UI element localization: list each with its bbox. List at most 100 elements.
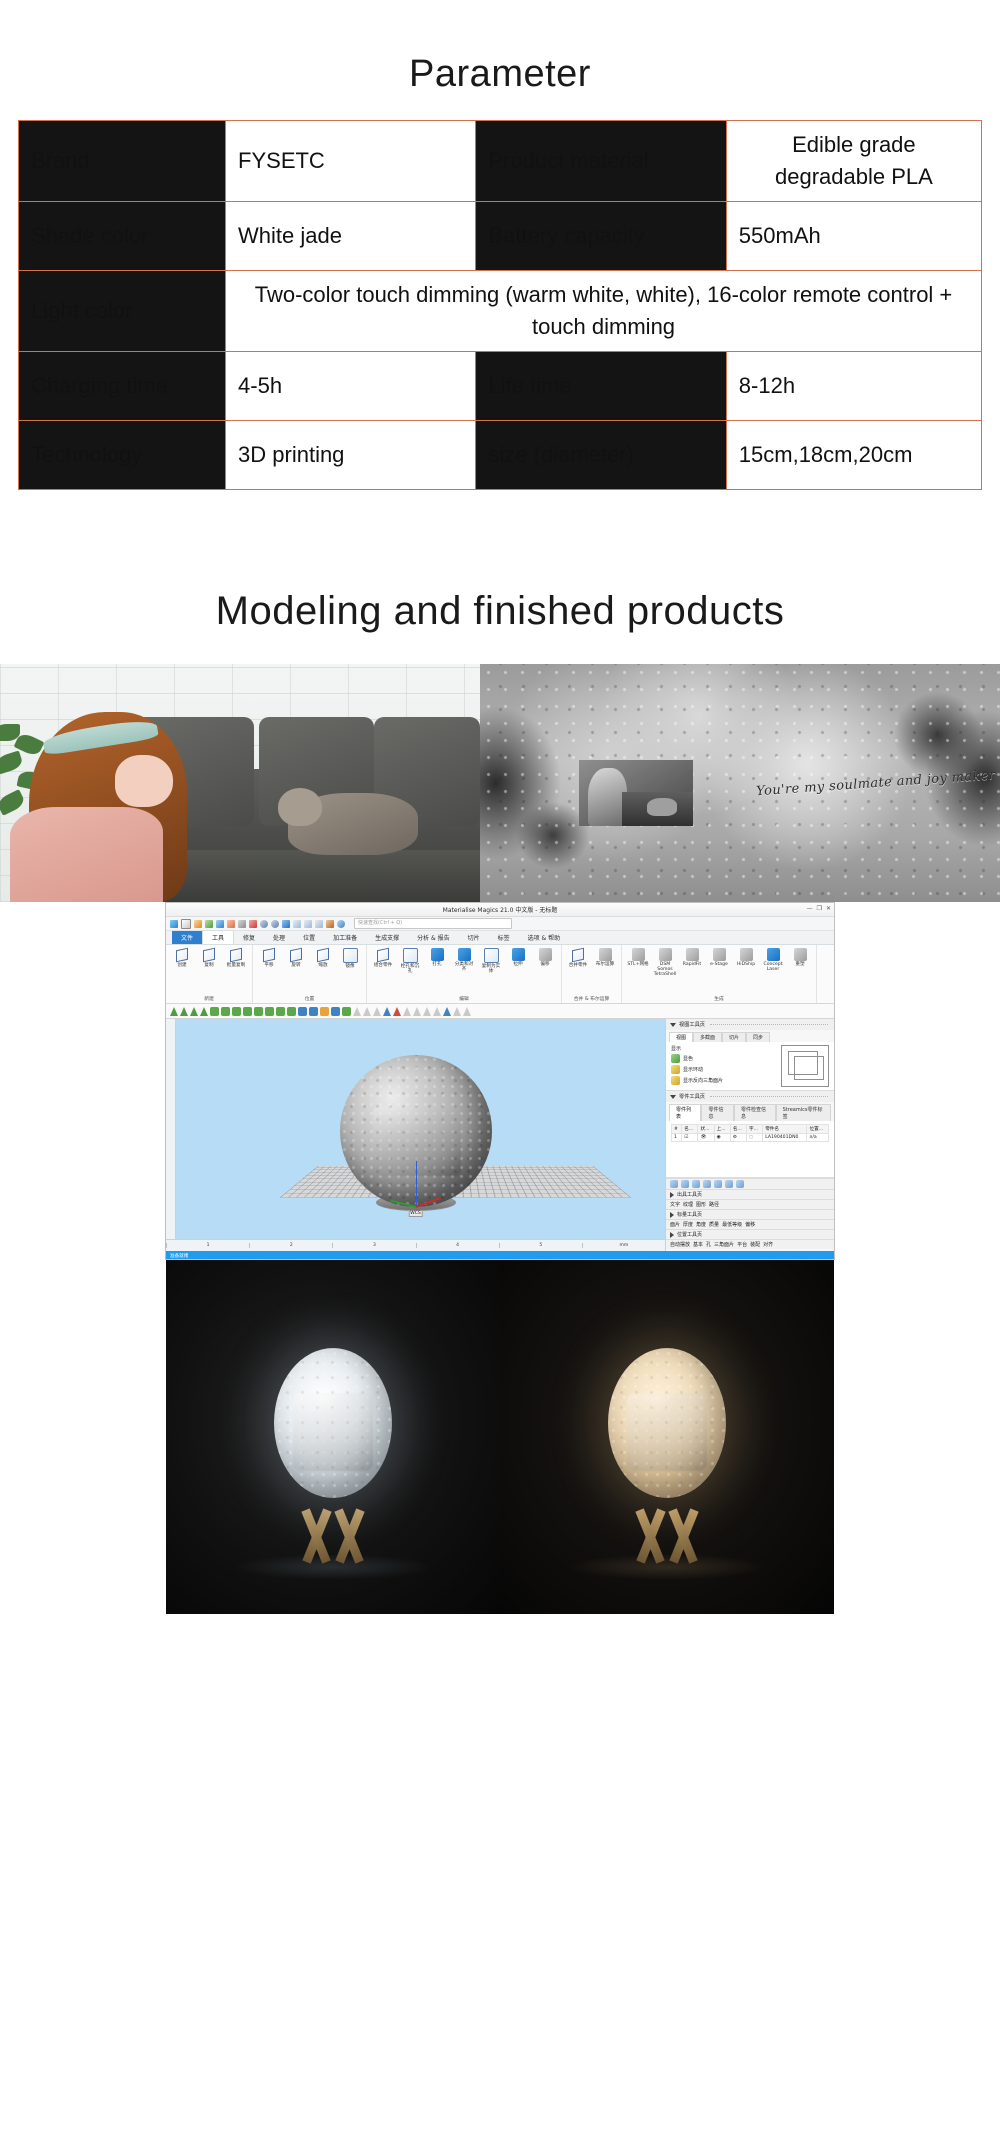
shell-tri3-icon[interactable] xyxy=(373,1006,381,1016)
save-as-icon[interactable] xyxy=(205,919,213,928)
mark-shell-icon[interactable] xyxy=(254,1006,263,1016)
maximize-icon[interactable]: ❐ xyxy=(817,905,822,912)
shell-tri2-icon[interactable] xyxy=(363,1006,371,1016)
chevron-right-icon[interactable] xyxy=(670,1231,674,1238)
item-basic[interactable]: 基本 xyxy=(693,1241,703,1248)
path-tool-icon[interactable] xyxy=(703,1180,711,1189)
ribbon-button-punch[interactable]: 打孔 xyxy=(426,948,448,967)
option-row[interactable]: 显示环动 xyxy=(671,1065,781,1075)
tab-part-check[interactable]: 零件检查信息 xyxy=(733,1104,776,1122)
item-path[interactable]: 路径 xyxy=(709,1201,719,1208)
chevron-right-icon[interactable] xyxy=(670,1211,674,1218)
item-faces[interactable]: 面片 xyxy=(670,1221,680,1228)
ribbon-button-array-copy[interactable]: 批量复制 xyxy=(225,948,247,968)
ribbon-button-extrude[interactable]: 拉伸 xyxy=(507,948,529,967)
panel-header[interactable]: 视图工具页 xyxy=(666,1019,834,1031)
triangle-surface-icon[interactable] xyxy=(200,1006,208,1016)
ribbon-button-stl-mesh[interactable]: STL+网格 xyxy=(627,948,649,967)
item-triangle[interactable]: 三角面片 xyxy=(714,1241,734,1248)
save-icon[interactable] xyxy=(194,919,202,928)
mark-shrink-icon[interactable] xyxy=(342,1006,351,1016)
tab-part-info[interactable]: 零件信息 xyxy=(701,1104,734,1122)
ribbon-button-combine-parts[interactable]: 组合零件 xyxy=(372,948,394,968)
mark-poly-icon[interactable] xyxy=(243,1006,252,1016)
minimize-icon[interactable]: — xyxy=(807,905,813,912)
strip-scalar-title[interactable]: 标量工具页 xyxy=(666,1209,834,1219)
ribbon-button-merge-parts[interactable]: 合并零件 xyxy=(567,948,589,968)
texture-tool-icon[interactable] xyxy=(681,1180,689,1189)
ribbon-button-tetrashell[interactable]: DSM Somos TetraShell xyxy=(654,948,676,977)
tab-analyze[interactable]: 分析 & 报告 xyxy=(408,931,459,944)
mark-cyl-icon[interactable] xyxy=(287,1006,296,1016)
ribbon-button-hole[interactable]: 栓孔和沉孔 xyxy=(399,948,421,974)
quick-access-toolbar[interactable]: 快速查找(Ctrl + Q) xyxy=(166,917,834,932)
strip-output-tools[interactable] xyxy=(666,1178,834,1189)
tab-slices[interactable]: 切片 xyxy=(722,1032,747,1043)
item-thick[interactable]: 厚度 xyxy=(683,1221,693,1228)
item-shape[interactable]: 图形 xyxy=(696,1201,706,1208)
ribbon-button-rapidfit[interactable]: RapidFit xyxy=(681,948,703,967)
strip-scalar-items[interactable]: 面片 厚度 角度 质量 最低等级 偏移 xyxy=(666,1219,834,1229)
mark-rect-icon[interactable] xyxy=(210,1006,219,1016)
item-minlevel[interactable]: 最低等级 xyxy=(722,1221,742,1228)
panel-header[interactable]: 零件工具页 xyxy=(666,1091,834,1103)
tab-build-prep[interactable]: 加工准备 xyxy=(324,931,366,944)
mark-plane-icon[interactable] xyxy=(265,1006,274,1016)
item-align[interactable]: 对齐 xyxy=(763,1241,773,1248)
ribbon-button-align[interactable]: 分类和对齐 xyxy=(453,948,475,972)
item-angle[interactable]: 角度 xyxy=(696,1221,706,1228)
fill-tri-icon[interactable] xyxy=(403,1006,411,1016)
chevron-right-icon[interactable] xyxy=(670,1191,674,1198)
zoom-fit-icon[interactable] xyxy=(304,919,312,928)
wireframe-cube-icon[interactable] xyxy=(781,1045,829,1088)
ribbon-button-reshape[interactable]: 重塑 xyxy=(789,948,811,967)
noise-tri-icon[interactable] xyxy=(423,1006,431,1016)
ribbon-button-solid[interactable]: 复制为实体 xyxy=(480,948,502,974)
item-hole[interactable]: 孔 xyxy=(706,1241,711,1248)
strip-output-title[interactable]: 出具工具页 xyxy=(666,1189,834,1199)
ribbon-button-estage[interactable]: e-Stage xyxy=(708,948,730,967)
item-offset[interactable]: 偏移 xyxy=(745,1221,755,1228)
tab-position[interactable]: 位置 xyxy=(294,931,324,944)
ribbon-button-offset[interactable]: 偏移 xyxy=(534,948,556,967)
tab-process[interactable]: 处理 xyxy=(264,931,294,944)
overlap-tri-icon[interactable] xyxy=(433,1006,441,1016)
tab-supports[interactable]: 生成支撑 xyxy=(366,931,408,944)
mark-sphere-icon[interactable] xyxy=(276,1006,285,1016)
export-icon[interactable] xyxy=(227,919,235,928)
strip-output-items[interactable]: 文字 纹理 图形 路径 xyxy=(666,1199,834,1209)
mark-brush-icon[interactable] xyxy=(221,1006,230,1016)
smooth-tri-icon[interactable] xyxy=(463,1006,471,1016)
tab-fix[interactable]: 修复 xyxy=(234,931,264,944)
import-icon[interactable] xyxy=(216,919,224,928)
tab-tools[interactable]: 工具 xyxy=(202,930,235,945)
redo-icon[interactable] xyxy=(271,919,279,928)
item-platform[interactable]: 平台 xyxy=(737,1241,747,1248)
undo-icon[interactable] xyxy=(260,919,268,928)
measure-icon[interactable] xyxy=(326,919,334,928)
window-controls[interactable]: — ❐ ✕ xyxy=(807,905,831,912)
tab-sync[interactable]: 同步 xyxy=(746,1032,771,1043)
item-texture[interactable]: 纹理 xyxy=(683,1201,693,1208)
tab-part-list[interactable]: 零件列表 xyxy=(669,1104,702,1122)
mark-all-icon[interactable] xyxy=(309,1006,318,1016)
option-row[interactable]: 显色 xyxy=(671,1054,781,1064)
item-autoplace[interactable]: 自动摆放 xyxy=(670,1241,690,1248)
item-text[interactable]: 文字 xyxy=(670,1201,680,1208)
mark-invert-icon[interactable] xyxy=(298,1006,307,1016)
unify-tri-icon[interactable] xyxy=(453,1006,461,1016)
strip-position-title[interactable]: 位置工具页 xyxy=(666,1229,834,1239)
ribbon-toolbar[interactable]: 创建 复制 批量复制 新建 平移 旋转 缩放 镜像 位置 组合零件 栓孔和沉孔 … xyxy=(166,945,834,1005)
ribbon-button-mirror[interactable]: 镜像 xyxy=(339,948,361,969)
search-input[interactable]: 快速查找(Ctrl + Q) xyxy=(354,918,512,930)
tab-sections[interactable]: 多截面 xyxy=(693,1032,723,1043)
shell-tri-icon[interactable] xyxy=(353,1006,361,1016)
part-list-table[interactable]: # 名... 状... 上... 名... 字... 零件名 位置... 1 ☑… xyxy=(670,1124,829,1143)
mark-line-icon[interactable] xyxy=(232,1006,241,1016)
close-icon[interactable]: ✕ xyxy=(826,905,831,912)
extra3-tool-icon[interactable] xyxy=(736,1180,744,1189)
ribbon-button-boolean-op[interactable]: 布尔运算 xyxy=(594,948,616,967)
new-icon[interactable] xyxy=(181,918,191,929)
ribbon-button-scale[interactable]: 缩放 xyxy=(312,948,334,968)
zoom-window-icon[interactable] xyxy=(315,919,323,928)
